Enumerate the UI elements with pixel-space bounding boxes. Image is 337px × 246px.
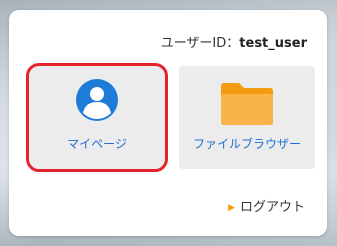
file-browser-tile[interactable]: ファイルブラウザー — [179, 66, 315, 169]
mypage-tile[interactable]: マイページ — [26, 63, 168, 172]
user-id-line: ユーザーID：test_user — [161, 32, 307, 51]
user-avatar-icon — [76, 79, 118, 121]
logout-label: ログアウト — [239, 200, 305, 215]
menu-card: ユーザーID：test_user マイページ ファイルブラウザー ▶ ログアウト — [9, 10, 327, 236]
mypage-label: マイページ — [67, 137, 127, 151]
folder-icon — [221, 83, 273, 125]
right-triangle-icon: ▶ — [228, 203, 235, 213]
user-id-value: test_user — [239, 36, 307, 51]
logout-link[interactable]: ▶ ログアウト — [228, 196, 305, 215]
file-browser-label: ファイルブラウザー — [192, 137, 301, 151]
user-id-label: ユーザーID： — [160, 36, 240, 51]
